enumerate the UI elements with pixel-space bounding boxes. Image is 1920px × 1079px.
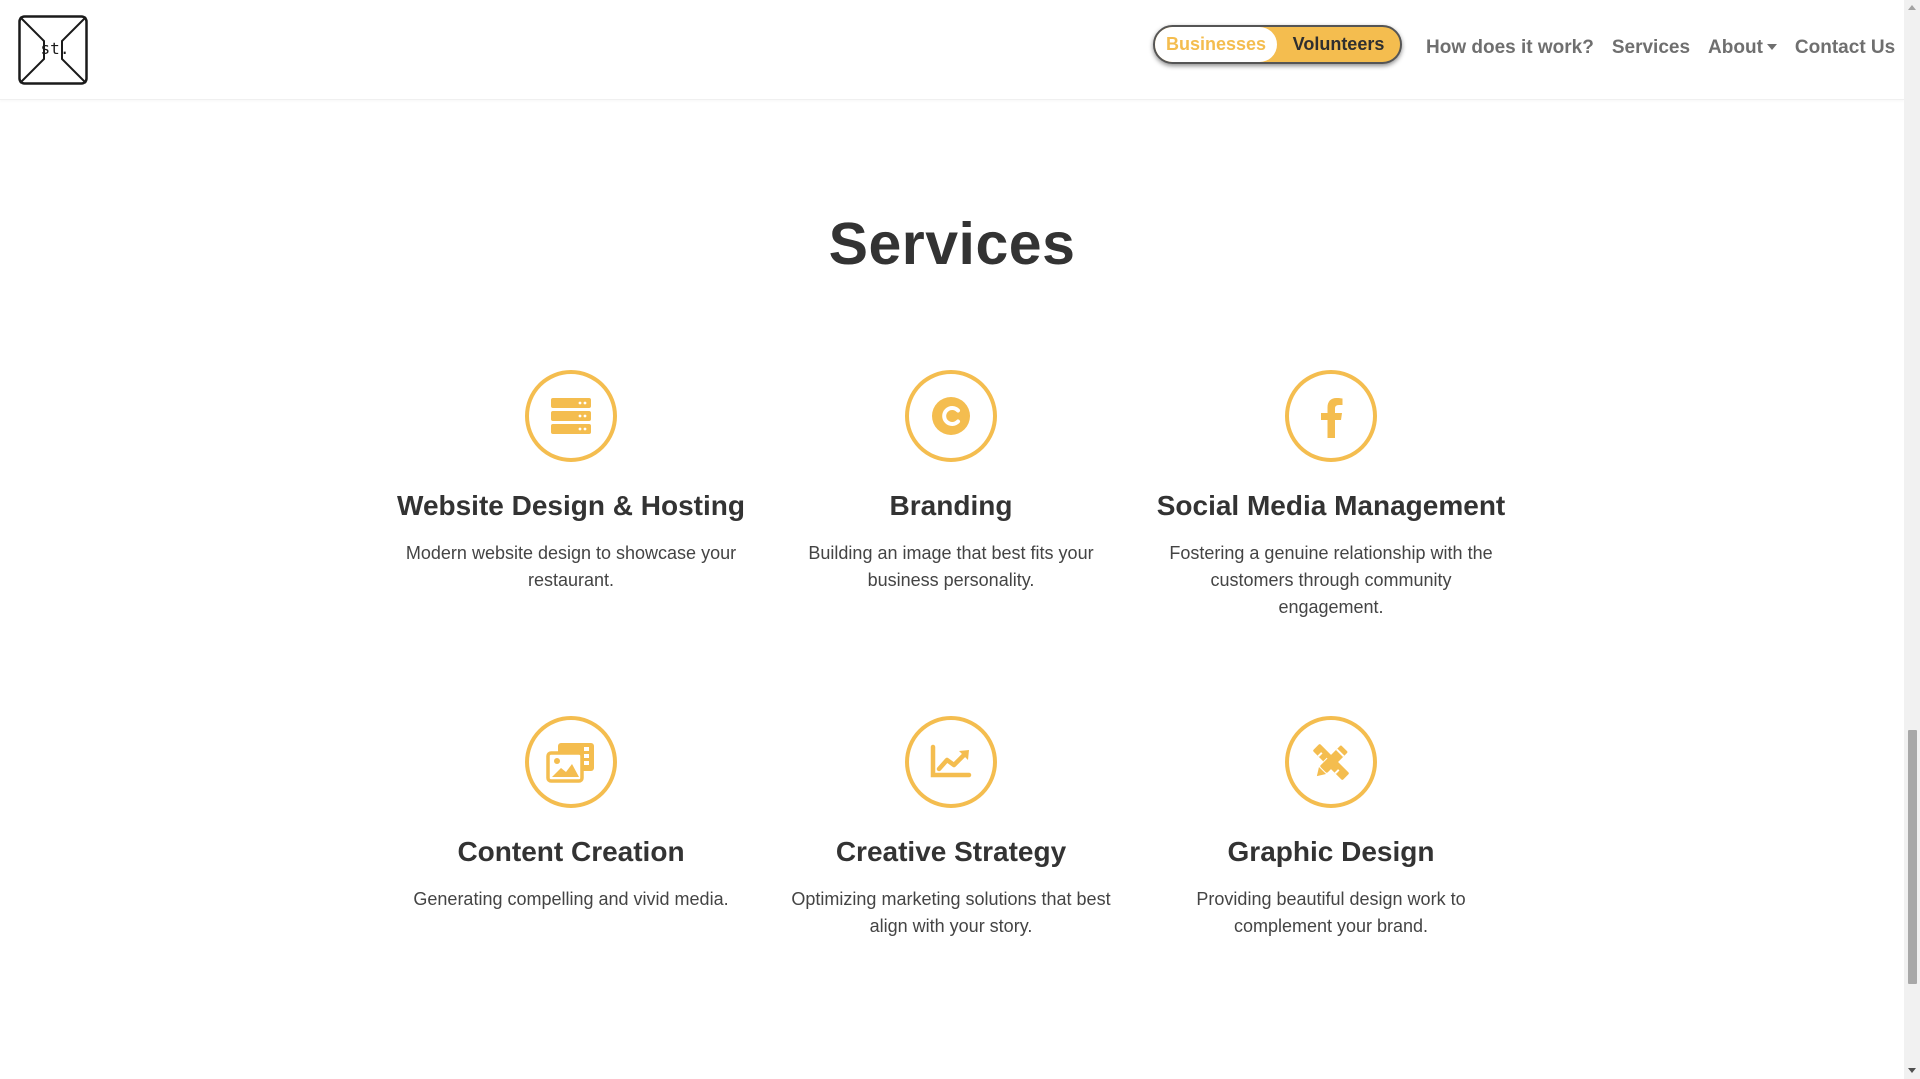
- service-description: Building an image that best fits your bu…: [808, 543, 1094, 590]
- scrollbar-thumb[interactable]: [1908, 730, 1917, 984]
- service-card: Content Creation Generating compelling a…: [391, 716, 751, 913]
- service-title: Content Creation: [457, 836, 685, 867]
- businesses-toggle-option[interactable]: Businesses: [1155, 27, 1277, 62]
- service-card: Creative Strategy Optimizing marketing s…: [771, 716, 1131, 940]
- service-description: Modern website design to showcase your r…: [405, 543, 737, 590]
- nav-link-services[interactable]: Services: [1612, 37, 1690, 59]
- service-title: Website Design & Hosting: [397, 490, 745, 521]
- scroll-down-arrow-icon[interactable]: [1908, 1068, 1916, 1073]
- page-scrollbar[interactable]: [1904, 0, 1920, 1079]
- service-card: Website Design & Hosting Modern website …: [391, 370, 751, 594]
- chart-line-icon: [905, 716, 997, 808]
- nav-link-how-it-works[interactable]: How does it work?: [1426, 37, 1594, 59]
- service-card: Branding Building an image that best fit…: [771, 370, 1131, 594]
- section-title: Services: [828, 211, 1076, 277]
- server-icon: [525, 370, 617, 462]
- navbar: st. Businesses Volunteers How does it wo…: [0, 0, 1904, 100]
- audience-toggle[interactable]: Businesses Volunteers: [1153, 25, 1402, 64]
- main-nav: How does it work? Services About Contact…: [1426, 36, 1913, 60]
- logo-icon[interactable]: st.: [18, 15, 88, 85]
- copyright-icon: [905, 370, 997, 462]
- nav-link-about[interactable]: About: [1708, 37, 1777, 59]
- service-description: Fostering a genuine relationship with th…: [1169, 543, 1493, 617]
- service-description: Optimizing marketing solutions that best…: [791, 889, 1111, 936]
- service-description: Providing beautiful design work to compl…: [1196, 889, 1466, 936]
- service-title: Graphic Design: [1227, 836, 1435, 867]
- service-title: Creative Strategy: [835, 836, 1067, 867]
- nav-link-about-label: About: [1708, 37, 1763, 58]
- service-title: Branding: [889, 490, 1013, 521]
- volunteers-toggle-option[interactable]: Volunteers: [1277, 27, 1400, 62]
- caret-down-icon: [1766, 44, 1777, 50]
- service-title: Social Media Management: [1156, 490, 1506, 521]
- service-card: Graphic Design Providing beautiful desig…: [1151, 716, 1511, 940]
- nav-link-contact[interactable]: Contact Us: [1795, 37, 1895, 59]
- pencil-ruler-icon: [1285, 716, 1377, 808]
- scroll-up-arrow-icon[interactable]: [1908, 5, 1916, 10]
- images-icon: [525, 716, 617, 808]
- svg-text:st.: st.: [41, 39, 70, 58]
- service-description: Generating compelling and vivid media.: [413, 889, 729, 909]
- facebook-icon: [1285, 370, 1377, 462]
- service-card: Social Media Management Fostering a genu…: [1151, 370, 1511, 621]
